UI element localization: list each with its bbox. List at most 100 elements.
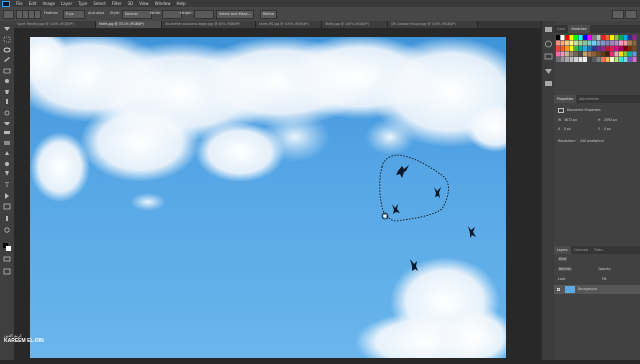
color-swatch[interactable] — [601, 57, 605, 62]
color-swatch[interactable] — [632, 57, 637, 62]
color-swatch[interactable] — [560, 35, 565, 40]
color-swatch[interactable] — [632, 40, 637, 46]
quick-mask-icon[interactable] — [3, 256, 11, 262]
color-swatch[interactable] — [632, 46, 637, 51]
color-swatch[interactable] — [610, 46, 614, 51]
color-swatch[interactable] — [578, 51, 583, 57]
document-tab[interactable]: Teddy.jpg @ 100% (RGB/8*) — [322, 21, 388, 28]
lasso-tool-icon[interactable] — [3, 47, 11, 53]
document-tab[interactable]: 3d-mother-and-sons-eagle.jpg @ 50% (RGB/… — [162, 21, 256, 28]
color-swatch[interactable] — [592, 51, 596, 57]
layer-row-background[interactable]: Background — [554, 285, 640, 294]
screen-mode-icon[interactable] — [3, 268, 11, 275]
dodge-tool-icon[interactable] — [5, 162, 9, 166]
color-swatch[interactable] — [605, 51, 610, 57]
history-brush-icon[interactable] — [4, 122, 10, 125]
lasso-selection[interactable] — [379, 154, 449, 222]
move-tool-icon[interactable] — [4, 27, 10, 31]
tab-channels[interactable]: Channels — [571, 246, 592, 254]
color-swatch[interactable] — [574, 57, 578, 62]
color-swatch[interactable] — [632, 35, 637, 40]
anti-alias-checkbox[interactable]: Anti-alias — [88, 10, 104, 17]
color-swatch[interactable] — [601, 51, 605, 57]
background-color-swatch[interactable] — [6, 246, 11, 251]
color-swatch[interactable] — [565, 57, 569, 62]
color-swatch[interactable] — [565, 46, 569, 51]
history-panel-icon[interactable] — [545, 27, 552, 32]
color-swatch[interactable] — [578, 40, 583, 46]
color-swatch[interactable] — [632, 51, 637, 57]
color-swatch[interactable] — [610, 40, 614, 46]
color-swatch[interactable] — [569, 51, 574, 57]
menu-layer[interactable]: Layer — [58, 0, 75, 7]
color-swatch[interactable] — [596, 57, 601, 62]
doc-height-value[interactable]: 2592 px — [604, 118, 617, 122]
visibility-eye-icon[interactable] — [557, 288, 560, 291]
gradient-tool-icon[interactable] — [4, 141, 10, 145]
tab-adjustments[interactable]: Adjustments — [576, 95, 602, 103]
color-swatch[interactable] — [628, 40, 632, 46]
color-swatch[interactable] — [623, 40, 628, 46]
document-canvas[interactable] — [30, 37, 506, 358]
color-swatch[interactable] — [574, 40, 578, 46]
color-swatch[interactable] — [592, 46, 596, 51]
width-input[interactable] — [162, 10, 182, 19]
tab-color[interactable]: Color — [554, 25, 568, 33]
color-swatch[interactable] — [560, 51, 565, 57]
eraser-tool-icon[interactable] — [4, 131, 10, 134]
menu-edit[interactable]: Edit — [26, 0, 40, 7]
color-swatch[interactable] — [623, 35, 628, 40]
color-swatch[interactable] — [601, 46, 605, 51]
color-swatch[interactable] — [619, 35, 623, 40]
color-swatch[interactable] — [623, 46, 628, 51]
color-swatch[interactable] — [605, 57, 610, 62]
color-swatch[interactable] — [578, 46, 583, 51]
marquee-tool-icon[interactable] — [3, 36, 11, 43]
color-swatch[interactable] — [565, 51, 569, 57]
color-swatch[interactable] — [560, 40, 565, 46]
color-swatch[interactable] — [560, 57, 565, 62]
quick-selection-icon[interactable] — [4, 57, 10, 62]
color-swatch[interactable] — [614, 46, 619, 51]
color-swatch[interactable] — [569, 57, 574, 62]
workspace-icon[interactable] — [625, 10, 637, 19]
document-tab-active[interactable]: Fakht.jpg @ 33.1% (RGB/8*) — [96, 21, 162, 28]
color-swatch[interactable] — [556, 57, 560, 62]
tab-layers[interactable]: Layers — [554, 246, 571, 254]
blend-mode-select[interactable]: Normal — [558, 267, 572, 271]
color-swatch[interactable] — [628, 51, 632, 57]
color-swatch[interactable] — [583, 51, 587, 57]
color-swatch[interactable] — [565, 35, 569, 40]
color-swatch[interactable] — [583, 57, 587, 62]
color-swatch[interactable] — [583, 35, 587, 40]
color-swatch[interactable] — [605, 40, 610, 46]
path-selection-icon[interactable] — [5, 193, 9, 199]
swatches-grid[interactable] — [556, 35, 638, 101]
feather-input[interactable]: 0 px — [63, 10, 85, 19]
color-swatch[interactable] — [596, 46, 601, 51]
color-swatch[interactable] — [619, 51, 623, 57]
color-panel-icon[interactable] — [545, 40, 552, 48]
color-swatch[interactable] — [587, 35, 592, 40]
color-swatch[interactable] — [587, 40, 592, 46]
menu-file[interactable]: File — [13, 0, 26, 7]
color-swatch[interactable] — [614, 35, 619, 40]
menu-filter[interactable]: Filter — [109, 0, 125, 7]
color-swatch[interactable] — [556, 35, 560, 40]
hand-tool-icon[interactable] — [6, 216, 8, 221]
style-select[interactable]: Normal — [122, 10, 152, 19]
color-swatch[interactable] — [583, 40, 587, 46]
color-swatch[interactable] — [587, 57, 592, 62]
crop-tool-icon[interactable] — [3, 68, 11, 74]
color-swatch[interactable] — [569, 35, 574, 40]
color-swatch[interactable] — [583, 46, 587, 51]
select-and-mask-button[interactable]: Select and Mask... — [216, 10, 254, 19]
type-tool-icon[interactable]: T — [5, 182, 9, 189]
menu-3d[interactable]: 3D — [125, 0, 137, 7]
color-swatch[interactable] — [574, 35, 578, 40]
color-swatch[interactable] — [556, 40, 560, 46]
color-swatch[interactable] — [569, 40, 574, 46]
color-swatch[interactable] — [614, 51, 619, 57]
color-swatch[interactable] — [556, 46, 560, 51]
color-swatch[interactable] — [565, 40, 569, 46]
